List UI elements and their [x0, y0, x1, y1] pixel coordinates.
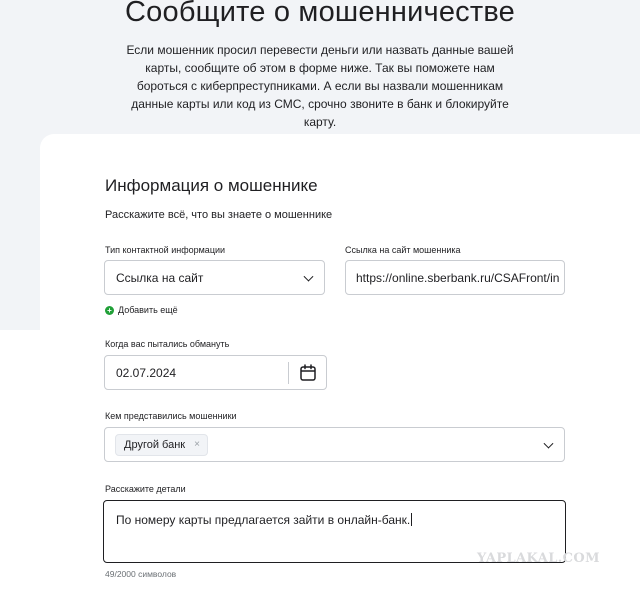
selected-chip: Другой банк ×: [115, 433, 208, 456]
date-label: Когда вас пытались обмануть: [105, 339, 230, 349]
page-title: Сообщите о мошенничестве: [125, 0, 515, 28]
details-label: Расскажите детали: [105, 484, 186, 494]
section-title: Информация о мошеннике: [105, 176, 318, 195]
chevron-down-icon: [303, 271, 314, 282]
watermark: YAPLAKAL.COM: [477, 551, 600, 566]
site-link-input[interactable]: https://online.sberbank.ru/CSAFront/in: [345, 260, 565, 295]
char-counter: 49/2000 символов: [105, 569, 177, 579]
date-input[interactable]: 02.07.2024: [104, 355, 327, 390]
add-more-label: Добавить ещё: [118, 305, 178, 315]
contact-type-select[interactable]: Ссылка на сайт: [104, 260, 325, 295]
site-link-value: https://online.sberbank.ru/CSAFront/in: [356, 270, 560, 285]
text-caret: [411, 513, 413, 526]
plus-circle-icon: +: [105, 305, 114, 315]
contact-type-label: Тип контактной информации: [105, 245, 226, 255]
impersonated-select[interactable]: Другой банк ×: [104, 427, 565, 462]
impersonated-label: Кем представились мошенники: [105, 411, 237, 421]
section-subtitle: Расскажите всё, что вы знаете о мошенник…: [105, 209, 333, 221]
close-icon[interactable]: ×: [194, 439, 200, 450]
intro-text: Если мошенник просил перевести деньги ил…: [126, 43, 514, 129]
add-more-link[interactable]: + Добавить ещё: [105, 305, 178, 315]
chevron-down-icon: [543, 438, 554, 449]
site-link-label: Ссылка на сайт мошенника: [345, 245, 461, 255]
chip-label: Другой банк: [124, 438, 186, 451]
contact-type-value: Ссылка на сайт: [116, 270, 204, 285]
calendar-icon[interactable]: [300, 364, 316, 381]
date-divider: [288, 362, 289, 384]
details-value: По номеру карты предлагается зайти в онл…: [116, 513, 411, 527]
date-value: 02.07.2024: [116, 365, 177, 380]
